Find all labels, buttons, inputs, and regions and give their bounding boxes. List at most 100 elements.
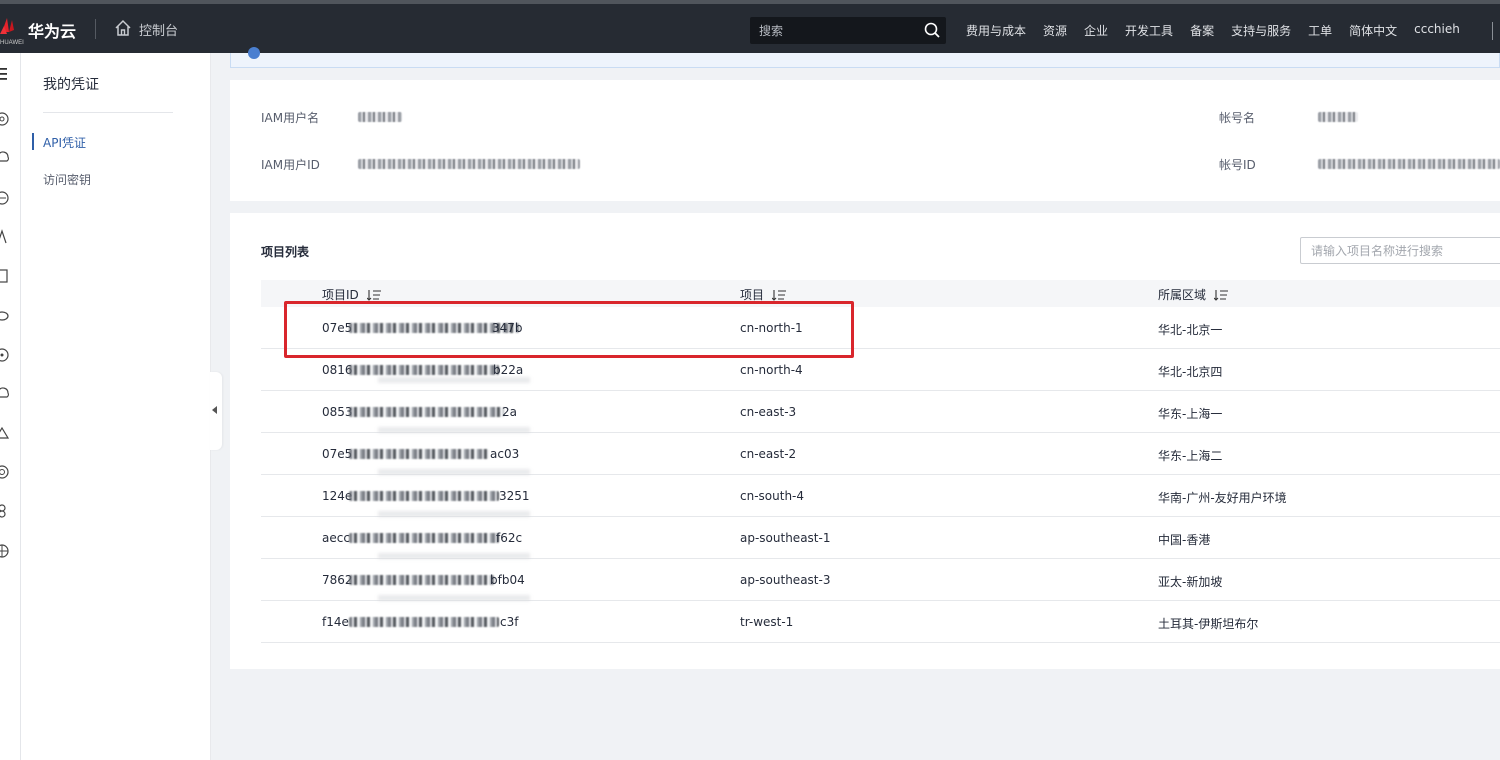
nav-enterprise[interactable]: 企业: [1084, 22, 1108, 39]
project-name-cell: cn-east-2: [740, 447, 797, 461]
column-header-project-id[interactable]: 项目ID: [322, 286, 382, 303]
topbar-divider-right: [1492, 22, 1493, 40]
global-search: [750, 17, 946, 44]
account-name-value-redacted: [1318, 112, 1358, 122]
table-row[interactable]: 07e5 ac03 cn-east-2 华东-上海二: [261, 433, 1500, 475]
nav-tickets[interactable]: 工单: [1308, 22, 1332, 39]
nav-filing[interactable]: 备案: [1190, 22, 1214, 39]
table-row[interactable]: f14e c3f tr-west-1 土耳其-伊斯坦布尔: [261, 601, 1500, 643]
sort-icon[interactable]: [1214, 289, 1229, 301]
cloud-security-icon[interactable]: [0, 347, 10, 363]
document-icon[interactable]: [0, 268, 10, 284]
table-row[interactable]: 0853 2a cn-east-3 华东-上海一: [261, 391, 1500, 433]
table-row[interactable]: 07e5 347b cn-north-1 华北-北京一: [261, 307, 1500, 349]
top-bar: HUAWEI 华为云 控制台 费用与成本 资源 企业 开发工具 备案 支持与服务…: [0, 0, 1500, 53]
info-banner: [230, 47, 1500, 68]
sidebar-item-api-credentials[interactable]: API凭证: [43, 134, 86, 151]
chevron-left-icon: [212, 406, 217, 414]
project-region-cell: 华北-北京四: [1158, 365, 1223, 379]
topbar-divider: [95, 19, 96, 39]
column-label: 项目ID: [322, 288, 359, 302]
menu-icon[interactable]: [0, 67, 7, 81]
project-name-cell: ap-southeast-3: [740, 573, 831, 587]
project-id-prefix: 0853: [322, 405, 353, 419]
project-id-prefix: 7862: [322, 573, 353, 587]
project-name-cell: ap-southeast-1: [740, 531, 831, 545]
project-name-cell: tr-west-1: [740, 615, 794, 629]
storage-icon[interactable]: [0, 308, 10, 324]
column-label: 所属区域: [1158, 288, 1207, 302]
project-id-suffix: f62c: [496, 531, 523, 545]
home-icon[interactable]: [114, 19, 132, 37]
monitor-icon[interactable]: [0, 425, 10, 441]
iam-username-label: IAM用户名: [261, 111, 320, 125]
project-region-cell: 亚太-新加坡: [1158, 575, 1223, 589]
project-id-suffix: 347b: [492, 321, 523, 335]
iam-user-id-value-redacted: [358, 159, 580, 169]
project-id-suffix: 2a: [502, 405, 517, 419]
project-id-redacted: [349, 575, 494, 585]
nav-resources[interactable]: 资源: [1043, 22, 1067, 39]
iam-username-value-redacted: [358, 112, 402, 122]
sort-icon[interactable]: [366, 289, 382, 301]
project-id-redacted: [349, 407, 504, 417]
project-id-prefix: 0816: [322, 363, 353, 377]
project-region-cell: 华南-广州-友好用户环境: [1158, 491, 1287, 505]
redaction-band: [378, 377, 530, 383]
project-id-suffix: ac03: [490, 447, 520, 461]
database-icon[interactable]: [0, 190, 10, 206]
project-id-prefix: f14e: [322, 615, 349, 629]
sort-icon[interactable]: [772, 289, 787, 301]
project-name-cell: cn-east-3: [740, 405, 797, 419]
column-header-region[interactable]: 所属区域: [1158, 286, 1229, 303]
project-list-title: 项目列表: [261, 245, 310, 259]
cloud-server-icon[interactable]: [0, 150, 10, 166]
project-id-prefix: 07e5: [322, 321, 353, 335]
project-name-cell: cn-north-1: [740, 321, 803, 335]
info-icon: [248, 47, 260, 59]
nav-cost[interactable]: 费用与成本: [966, 22, 1026, 39]
nav-language[interactable]: 简体中文: [1349, 22, 1397, 39]
project-id-redacted: [349, 449, 489, 459]
project-id-suffix: 3251: [499, 489, 530, 503]
project-id-suffix: b22a: [493, 363, 524, 377]
cloud-service-icon[interactable]: [0, 111, 10, 127]
column-header-project[interactable]: 项目: [740, 286, 787, 303]
table-row[interactable]: 7862 bfb04 ap-southeast-3 亚太-新加坡: [261, 559, 1500, 601]
project-id-suffix: c3f: [500, 615, 519, 629]
settings-icon[interactable]: [0, 464, 10, 480]
table-row[interactable]: aecc f62c ap-southeast-1 中国-香港: [261, 517, 1500, 559]
console-link[interactable]: 控制台: [139, 20, 178, 39]
sidebar-collapse-toggle[interactable]: [210, 372, 222, 450]
nav-dev-tools[interactable]: 开发工具: [1125, 22, 1173, 39]
global-search-input[interactable]: [750, 17, 920, 44]
column-label: 项目: [740, 288, 765, 302]
sidebar-item-access-keys[interactable]: 访问密钥: [43, 171, 91, 188]
sidebar-title: 我的凭证: [43, 77, 99, 93]
brand-name[interactable]: 华为云: [28, 18, 76, 42]
project-name-cell: cn-north-4: [740, 363, 803, 377]
account-name-label: 帐号名: [1219, 111, 1256, 125]
nav-user[interactable]: ccchieh: [1414, 22, 1460, 39]
account-id-label: 帐号ID: [1219, 158, 1256, 172]
user-group-icon[interactable]: [0, 503, 10, 519]
logo-text: HUAWEI: [0, 40, 24, 46]
project-id-redacted: [349, 533, 499, 543]
active-indicator: [32, 133, 34, 150]
top-nav: 费用与成本 资源 企业 开发工具 备案 支持与服务 工单 简体中文 ccchie…: [966, 22, 1460, 39]
project-region-cell: 中国-香港: [1158, 533, 1211, 547]
search-icon[interactable]: [924, 22, 940, 38]
table-row[interactable]: 124e 3251 cn-south-4 华南-广州-友好用户环境: [261, 475, 1500, 517]
network-icon[interactable]: [0, 229, 10, 245]
table-row[interactable]: 0816 b22a cn-north-4 华北-北京四: [261, 349, 1500, 391]
project-search-input[interactable]: [1300, 237, 1500, 264]
iam-user-id-label: IAM用户ID: [261, 158, 320, 172]
project-region-cell: 华北-北京一: [1158, 323, 1223, 337]
project-id-redacted: [349, 617, 499, 627]
project-id-redacted: [349, 365, 499, 375]
project-id-prefix: aecc: [322, 531, 350, 545]
globe-icon[interactable]: [0, 543, 10, 559]
nav-support[interactable]: 支持与服务: [1231, 22, 1291, 39]
cloud-icon[interactable]: [0, 386, 10, 402]
project-id-prefix: 07e5: [322, 447, 353, 461]
